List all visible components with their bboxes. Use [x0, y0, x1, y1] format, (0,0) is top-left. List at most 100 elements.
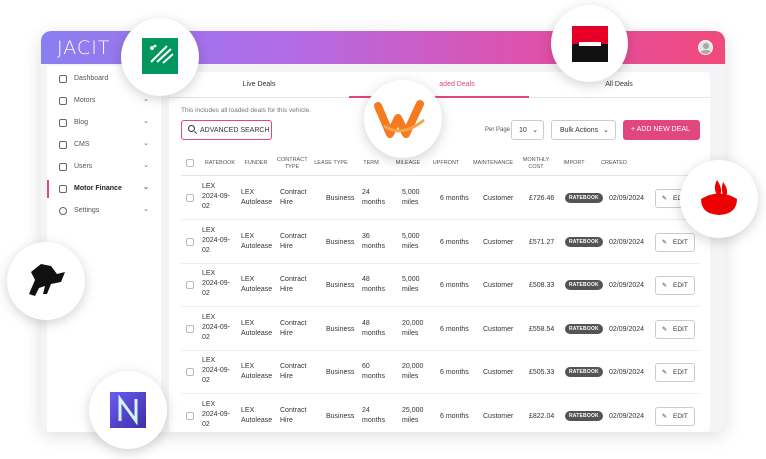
- santander-flame-icon: [701, 180, 737, 215]
- table-cell-mileage: 5,000 miles: [402, 232, 420, 250]
- column-header[interactable]: UPFRONT: [429, 160, 463, 167]
- chevron-down-icon: ⌄: [143, 118, 149, 125]
- table-cell-mileage: 20,000 miles: [402, 319, 424, 337]
- edit-button[interactable]: ✎ EDIT: [655, 319, 695, 339]
- advanced-search-button[interactable]: ADVANCED SEARCH: [181, 120, 272, 140]
- pencil-icon: ✎: [662, 370, 668, 377]
- button-label: EDIT: [673, 282, 688, 290]
- table-cell-upfront: 6 months: [440, 325, 469, 333]
- sidebar-item-cms[interactable]: CMS ⌄: [47, 134, 161, 156]
- table-cell-created: 02/09/2024: [609, 413, 645, 420]
- status-badge: RATEBOOK: [565, 323, 603, 334]
- table-cell-term: 48 months: [362, 276, 385, 294]
- chevron-down-icon: ⌄: [143, 140, 149, 147]
- chevron-down-icon: ⌄: [143, 162, 149, 169]
- pencil-icon: ✎: [662, 326, 668, 333]
- table-cell-ratebook: LEX 2024-09-02: [202, 270, 231, 298]
- table-cell-term: 48 months: [362, 319, 385, 337]
- column-header[interactable]: LEASE TYPE: [311, 160, 351, 167]
- column-header[interactable]: MAINTENANCE: [471, 160, 515, 167]
- row-checkbox[interactable]: [186, 281, 194, 290]
- table-cell-mileage: 20,000 miles: [402, 363, 424, 381]
- edit-button[interactable]: ✎ EDIT: [655, 407, 695, 426]
- row-checkbox[interactable]: [186, 412, 194, 420]
- table-cell-lease: Business: [326, 282, 355, 290]
- row-checkbox[interactable]: [186, 324, 194, 333]
- column-header[interactable]: CREATED: [597, 160, 631, 167]
- sidebar-item-label: Dashboard: [74, 75, 109, 82]
- column-header[interactable]: CONTRACT TYPE: [277, 157, 308, 171]
- table-cell-lease: Business: [326, 369, 355, 377]
- add-new-deal-button[interactable]: + ADD NEW DEAL: [623, 120, 700, 140]
- table-cell-term: 36 months: [362, 232, 385, 250]
- chevron-down-icon: ⌄: [143, 96, 149, 103]
- table-row: LEX 2024-09-02 LEX Autolease Contract Hire…: [181, 351, 700, 395]
- row-checkbox[interactable]: [186, 237, 194, 246]
- table-cell-funder: LEX Autolease: [241, 319, 273, 337]
- table-cell-funder: LEX Autolease: [241, 276, 273, 294]
- societe-generale-icon: [572, 26, 608, 62]
- table-cell-upfront: 6 months: [440, 238, 469, 246]
- table-cell-created: 02/09/2024: [609, 195, 645, 202]
- table-cell-contract: Contract Hire: [280, 276, 307, 294]
- table-cell-upfront: 6 months: [440, 369, 469, 377]
- sidebar-item-blog[interactable]: Blog ⌄: [47, 112, 161, 134]
- table-row: LEX 2024-09-02 LEX Autolease Contract Hire…: [181, 221, 700, 264]
- n-brand-icon: [110, 392, 146, 428]
- lloyds-logo: [7, 242, 85, 320]
- table-cell-contract: Contract Hire: [280, 319, 307, 337]
- sidebar-item-label: Users: [74, 163, 93, 170]
- sidebar-item-users[interactable]: Users ⌄: [47, 156, 161, 178]
- table-cell-maintenance: Customer: [483, 238, 514, 246]
- blog-icon: [59, 119, 67, 127]
- column-header[interactable]: FUNDER: [241, 160, 271, 167]
- table-cell-created: 02/09/2024: [609, 369, 645, 377]
- per-page-select[interactable]: 10 ⌄: [511, 120, 544, 140]
- w-brand-icon: [374, 100, 425, 138]
- avatar[interactable]: [698, 40, 713, 55]
- row-checkbox[interactable]: [186, 194, 194, 202]
- table-cell-ratebook: LEX 2024-09-02: [202, 183, 231, 210]
- table-cell-term: 24 months: [362, 189, 385, 206]
- bnp-paribas-icon: [142, 38, 178, 74]
- button-label: ADVANCED SEARCH: [200, 127, 270, 134]
- edit-button[interactable]: ✎ EDIT: [655, 276, 695, 296]
- table-cell-ratebook: LEX 2024-09-02: [202, 357, 231, 385]
- row-checkbox[interactable]: [186, 368, 194, 377]
- table-row: LEX 2024-09-02 LEX Autolease Contract Hire…: [181, 177, 700, 220]
- select-all-checkbox[interactable]: [186, 159, 194, 167]
- column-header[interactable]: MILEAGE: [391, 160, 425, 167]
- horse-icon: [29, 264, 65, 296]
- bulk-actions-select[interactable]: Bulk Actions ⌄: [551, 120, 616, 140]
- table-cell-contract: Contract Hire: [280, 363, 307, 381]
- societe-generale-logo: [551, 5, 628, 82]
- table-cell-mileage: 5,000 miles: [402, 189, 420, 206]
- table-cell-funder: LEX Autolease: [241, 407, 273, 424]
- users-icon: [59, 163, 67, 171]
- sidebar-item-settings[interactable]: Settings ⌄: [47, 200, 161, 222]
- column-header[interactable]: TERM: [357, 160, 385, 167]
- sidebar-item-motor-finance[interactable]: Motor Finance ⌄: [47, 178, 161, 200]
- car-icon: [59, 97, 67, 105]
- tab-all-deals[interactable]: All Deals: [529, 81, 709, 88]
- santander-logo: [680, 160, 758, 238]
- sidebar-item-label: Motor Finance: [74, 185, 122, 192]
- sidebar-item-label: Blog: [74, 119, 89, 126]
- cms-icon: [59, 141, 67, 149]
- status-badge: RATEBOOK: [565, 236, 603, 247]
- table-cell-funder: LEX Autolease: [241, 363, 273, 381]
- column-header[interactable]: MONTHLY COST: [521, 157, 551, 171]
- table-cell-funder: LEX Autolease: [241, 189, 273, 206]
- button-label: + ADD NEW DEAL: [631, 126, 690, 133]
- column-header[interactable]: RATEBOOK: [202, 160, 238, 167]
- table-cell-cost: £505.33: [529, 369, 555, 377]
- app-logo[interactable]: JACIT: [57, 37, 110, 59]
- button-label: EDIT: [673, 325, 688, 333]
- finance-icon: [59, 185, 67, 193]
- edit-button[interactable]: ✎ EDIT: [655, 363, 695, 383]
- column-header[interactable]: IMPORT: [557, 160, 591, 167]
- status-badge: RATEBOOK: [565, 193, 603, 203]
- home-icon: [59, 75, 67, 83]
- button-label: EDIT: [673, 413, 688, 420]
- per-page-value: 10: [519, 127, 527, 134]
